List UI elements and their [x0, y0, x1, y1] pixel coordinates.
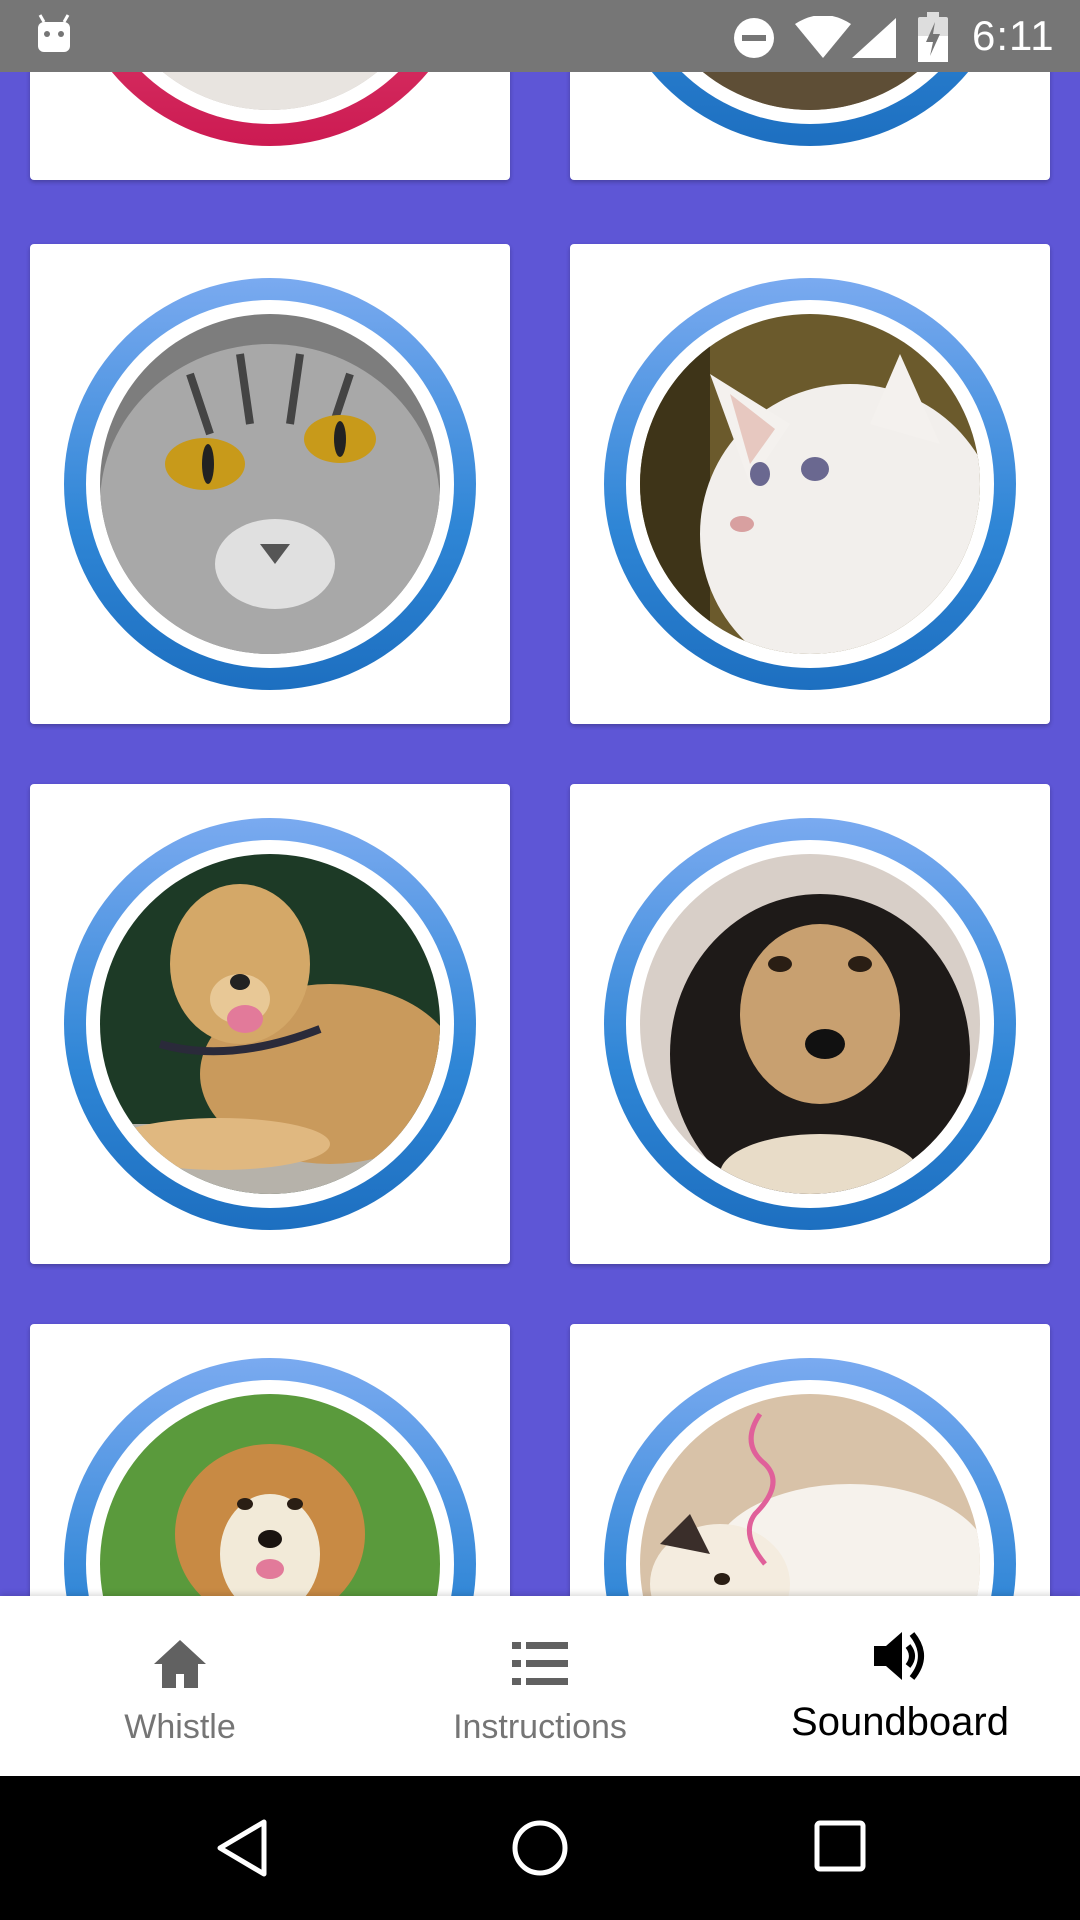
- volume-icon: [874, 1632, 924, 1680]
- sound-card-fluffy-dog-on-grass[interactable]: [30, 1324, 510, 1596]
- nav-item-soundboard[interactable]: Soundboard: [720, 1596, 1080, 1776]
- card-ring: [604, 818, 1016, 1230]
- home-button-icon[interactable]: [510, 1818, 570, 1878]
- gray-tabby-cat-photo: [100, 314, 440, 654]
- list-icon: [512, 1642, 568, 1685]
- back-icon[interactable]: [212, 1818, 272, 1878]
- sound-card-golden-retriever[interactable]: [30, 784, 510, 1264]
- nav-label-instructions: Instructions: [453, 1708, 627, 1746]
- battery-charging-icon: [918, 12, 948, 62]
- nav-label-whistle: Whistle: [124, 1708, 236, 1746]
- card-ring: [604, 72, 1016, 146]
- bottom-navigation: Whistle Instructions Soundboard: [0, 1596, 1080, 1776]
- card-ring: [64, 72, 476, 146]
- card-ring: [604, 278, 1016, 690]
- sound-card-black-tan-dog[interactable]: [570, 784, 1050, 1264]
- recents-icon[interactable]: [812, 1818, 868, 1874]
- android-icon: [38, 14, 70, 52]
- white-kitten-photo: [640, 314, 980, 654]
- golden-retriever-photo: [100, 854, 440, 1194]
- home-icon: [154, 1640, 206, 1688]
- black-tan-dog-photo: [640, 854, 980, 1194]
- nav-item-whistle[interactable]: Whistle: [0, 1596, 360, 1776]
- card-ring: [64, 278, 476, 690]
- wifi-icon: [795, 16, 851, 58]
- sound-card-cat[interactable]: [30, 72, 510, 180]
- status-bar: 6:11: [0, 0, 1080, 72]
- card-ring: [604, 1358, 1016, 1596]
- sound-card-gray-tabby-cat[interactable]: [30, 244, 510, 724]
- clock: 6:11: [972, 12, 1055, 59]
- system-navigation-bar: [0, 1776, 1080, 1920]
- card-ring: [64, 1358, 476, 1596]
- card-ring: [64, 818, 476, 1230]
- sound-card-dog[interactable]: [570, 72, 1050, 180]
- soundboard-grid: [0, 72, 1080, 1596]
- nav-label-soundboard: Soundboard: [791, 1700, 1009, 1744]
- cell-signal-icon: [852, 18, 896, 58]
- nav-item-instructions[interactable]: Instructions: [360, 1596, 720, 1776]
- do-not-disturb-icon: [734, 18, 774, 58]
- sound-card-white-kitten[interactable]: [570, 244, 1050, 724]
- sound-card-kitten-with-ribbon[interactable]: [570, 1324, 1050, 1596]
